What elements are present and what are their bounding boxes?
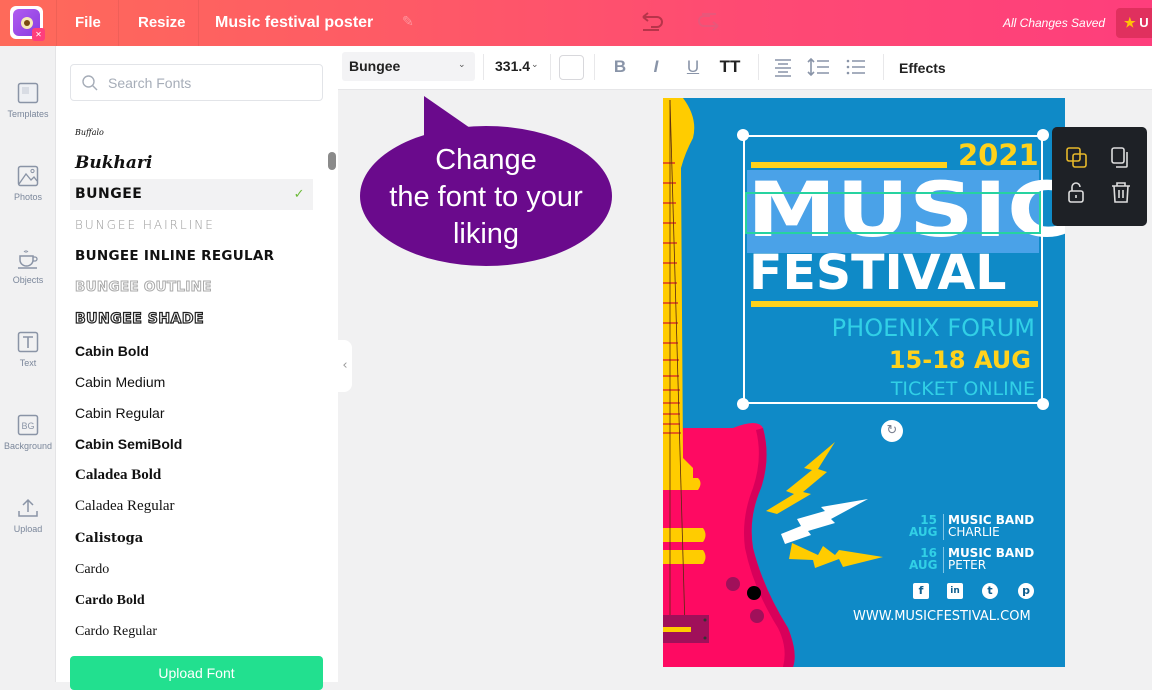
font-item-cabin-semibold[interactable]: Cabin SemiBold xyxy=(70,429,313,460)
top-bar: ✕ File Resize Music festival poster ✎ Al… xyxy=(0,0,1152,46)
pinterest-icon[interactable]: p xyxy=(1018,583,1034,599)
search-fonts-input[interactable] xyxy=(108,73,308,93)
font-family-select[interactable]: Bungee ⌄ xyxy=(342,52,475,81)
font-item-cabin-regular[interactable]: Cabin Regular xyxy=(70,398,313,429)
document-title[interactable]: Music festival poster xyxy=(215,0,373,46)
rotate-handle-icon[interactable]: ↻ xyxy=(881,420,903,442)
resize-handle[interactable] xyxy=(737,398,749,410)
poster-website[interactable]: WWW.MUSICFESTIVAL.COM xyxy=(853,609,1031,624)
band-date[interactable]: 16 AUG xyxy=(909,547,938,571)
font-panel: Buffalo Bukhari BUNGEE✓ BUNGEE HAIRLINE … xyxy=(56,46,338,690)
svg-text:BG: BG xyxy=(21,421,34,431)
italic-button[interactable]: I xyxy=(643,54,669,80)
facebook-icon[interactable]: f xyxy=(913,583,929,599)
callout-text: Change the font to your liking xyxy=(389,144,583,250)
background-icon: BG xyxy=(17,414,39,436)
undo-icon[interactable] xyxy=(639,10,665,34)
font-item-caladea-regular[interactable]: Caladea Regular xyxy=(70,491,313,522)
template-icon xyxy=(17,82,39,104)
trash-icon[interactable] xyxy=(1108,180,1134,206)
line-spacing-icon[interactable] xyxy=(806,54,832,80)
collapse-panel-button[interactable]: ‹ xyxy=(338,340,352,392)
resize-handle[interactable] xyxy=(1037,129,1049,141)
font-item-cardo-bold[interactable]: Cardo Bold xyxy=(70,585,313,616)
upload-icon xyxy=(18,498,38,517)
selection-box[interactable] xyxy=(743,135,1043,404)
resize-handle[interactable] xyxy=(1037,398,1049,410)
sidebar-item-objects[interactable]: Objects xyxy=(0,248,56,285)
text-line-selection xyxy=(745,192,1041,234)
font-item-cardo-regular[interactable]: Cardo Regular xyxy=(70,616,313,647)
upgrade-button[interactable]: ★ U xyxy=(1116,8,1152,38)
search-icon xyxy=(82,75,98,91)
underline-button[interactable]: U xyxy=(680,54,706,80)
upload-font-button[interactable]: Upload Font xyxy=(70,656,323,690)
pencil-icon[interactable]: ✎ xyxy=(402,14,414,30)
logo-badge-icon: ✕ xyxy=(32,28,45,41)
chevron-down-icon: ⌄ xyxy=(458,60,466,70)
font-item-bungee-shade[interactable]: BUNGEE SHADE xyxy=(70,304,313,335)
list-icon[interactable] xyxy=(843,54,869,80)
photo-icon xyxy=(17,165,39,187)
text-color-swatch[interactable] xyxy=(559,55,584,80)
app-logo[interactable]: ✕ xyxy=(10,6,45,41)
resize-menu[interactable]: Resize xyxy=(138,0,186,46)
linkedin-icon[interactable]: in xyxy=(947,583,963,599)
sidebar-item-background[interactable]: BG Background xyxy=(0,414,56,451)
element-actions-menu xyxy=(1052,127,1147,226)
uppercase-button[interactable]: TT xyxy=(717,54,743,80)
font-list-scrollbar[interactable] xyxy=(328,152,336,170)
sidebar-item-text[interactable]: Text xyxy=(0,331,56,368)
resize-handle[interactable] xyxy=(737,129,749,141)
font-item-buffalo[interactable]: Buffalo xyxy=(70,117,313,148)
band-info[interactable]: MUSIC BAND PETER xyxy=(948,547,1034,571)
left-sidebar: Templates Photos Objects Text BG Backgro… xyxy=(0,46,56,682)
search-fonts-box[interactable] xyxy=(70,64,323,101)
sidebar-item-photos[interactable]: Photos xyxy=(0,165,56,202)
twitter-icon[interactable]: t xyxy=(982,583,998,599)
align-center-icon[interactable] xyxy=(770,54,796,80)
chevron-left-icon: ‹ xyxy=(342,358,348,373)
font-item-bungee-inline[interactable]: BUNGEE INLINE REGULAR xyxy=(70,241,313,272)
font-size-select[interactable]: 331.4 ⌄ xyxy=(488,52,544,81)
file-menu[interactable]: File xyxy=(75,0,101,46)
text-toolbar: Bungee ⌄ 331.4 ⌄ B I U TT Effects xyxy=(338,46,1152,90)
unlock-icon[interactable] xyxy=(1064,180,1090,206)
effects-button[interactable]: Effects xyxy=(899,46,946,90)
sidebar-item-upload[interactable]: Upload xyxy=(0,497,56,534)
font-item-bungee[interactable]: BUNGEE ✓ xyxy=(70,179,313,210)
sidebar-item-templates[interactable]: Templates xyxy=(0,82,56,119)
band-date[interactable]: 15 AUG xyxy=(909,514,938,538)
redo-icon[interactable] xyxy=(696,10,722,34)
duplicate-icon[interactable] xyxy=(1108,145,1134,171)
check-icon: ✓ xyxy=(293,187,305,202)
cup-icon xyxy=(18,250,38,269)
text-icon xyxy=(17,331,39,353)
font-item-cabin-bold[interactable]: Cabin Bold xyxy=(70,336,313,367)
font-item-bukhari[interactable]: Bukhari xyxy=(70,148,313,179)
bold-button[interactable]: B xyxy=(607,54,633,80)
star-icon: ★ xyxy=(1124,15,1136,30)
font-item-caladea-bold[interactable]: Caladea Bold xyxy=(70,460,313,491)
font-item-cabin-medium[interactable]: Cabin Medium xyxy=(70,367,313,398)
chevron-down-icon: ⌄ xyxy=(531,60,539,70)
arrange-layers-icon[interactable] xyxy=(1064,145,1090,171)
font-item-bungee-outline[interactable]: BUNGEE OUTLINE xyxy=(70,272,313,303)
font-item-calistoga[interactable]: Calistoga xyxy=(70,523,313,554)
font-item-bungee-hairline[interactable]: BUNGEE HAIRLINE xyxy=(70,210,313,241)
band-info[interactable]: MUSIC BAND CHARLIE xyxy=(948,514,1034,538)
font-item-cardo[interactable]: Cardo xyxy=(70,554,313,585)
save-status: All Changes Saved xyxy=(1003,16,1106,30)
